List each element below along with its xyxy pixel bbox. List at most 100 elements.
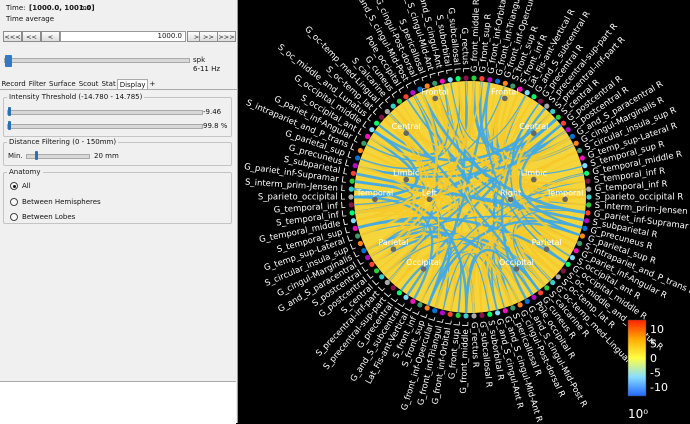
- region-node[interactable]: [579, 155, 585, 161]
- region-node[interactable]: [585, 178, 591, 184]
- lobe-node[interactable]: [531, 130, 537, 136]
- region-node[interactable]: [403, 294, 409, 300]
- frequency-slider-knob[interactable]: [5, 55, 12, 67]
- region-node[interactable]: [432, 308, 438, 314]
- region-node[interactable]: [390, 285, 396, 291]
- region-node[interactable]: [502, 308, 508, 314]
- region-node[interactable]: [348, 202, 354, 208]
- distance-slider[interactable]: [26, 151, 90, 160]
- time-back-button[interactable]: <: [41, 31, 60, 42]
- region-node[interactable]: [555, 114, 561, 120]
- lobe-node[interactable]: [403, 130, 409, 136]
- time-last-button[interactable]: >>>: [217, 31, 236, 42]
- region-node[interactable]: [374, 268, 380, 274]
- region-node[interactable]: [531, 94, 537, 100]
- region-node[interactable]: [586, 194, 592, 200]
- region-node[interactable]: [352, 163, 358, 169]
- region-node[interactable]: [560, 120, 566, 126]
- region-node[interactable]: [349, 210, 355, 216]
- region-node[interactable]: [495, 310, 501, 316]
- region-node[interactable]: [479, 76, 485, 82]
- lobe-node[interactable]: [390, 246, 397, 252]
- region-node[interactable]: [361, 248, 367, 254]
- time-first-button[interactable]: <<<: [3, 31, 22, 42]
- region-node[interactable]: [495, 78, 501, 84]
- region-node[interactable]: [577, 240, 583, 247]
- region-node[interactable]: [348, 194, 354, 200]
- region-node[interactable]: [585, 210, 591, 216]
- region-node[interactable]: [463, 75, 469, 81]
- region-node[interactable]: [586, 186, 592, 192]
- tab-scout[interactable]: Scout: [77, 79, 100, 89]
- lobe-node[interactable]: [562, 196, 568, 203]
- region-node[interactable]: [471, 313, 477, 319]
- region-node[interactable]: [479, 312, 485, 318]
- tab-add[interactable]: +: [148, 79, 157, 89]
- lobe-node[interactable]: [432, 95, 438, 102]
- region-node[interactable]: [417, 302, 423, 308]
- anatomy-between-hemispheres-label[interactable]: Between Hemispheres: [22, 198, 101, 206]
- tab-stat[interactable]: Stat: [100, 79, 117, 89]
- region-node[interactable]: [396, 98, 402, 104]
- region-node[interactable]: [565, 261, 571, 267]
- intensity-percent-slider[interactable]: [7, 121, 203, 130]
- region-node[interactable]: [577, 147, 583, 154]
- region-node[interactable]: [582, 225, 588, 231]
- lobe-node[interactable]: [403, 176, 409, 183]
- region-node[interactable]: [582, 163, 588, 169]
- tab-surface[interactable]: Surface: [48, 79, 78, 89]
- time-back-fast-button[interactable]: <<: [22, 31, 41, 42]
- region-node[interactable]: [357, 147, 363, 154]
- region-node[interactable]: [424, 305, 430, 311]
- time-forward-fast-button[interactable]: >>: [199, 31, 218, 42]
- region-node[interactable]: [487, 311, 493, 317]
- tab-display[interactable]: Display: [117, 79, 149, 89]
- region-node[interactable]: [355, 155, 361, 161]
- time-value-field[interactable]: 1000.0: [60, 31, 186, 42]
- region-node[interactable]: [350, 218, 356, 224]
- region-node[interactable]: [432, 80, 438, 86]
- region-node[interactable]: [350, 170, 356, 176]
- region-node[interactable]: [555, 274, 561, 280]
- region-node[interactable]: [369, 261, 375, 267]
- anatomy-all-radio[interactable]: [10, 182, 18, 190]
- frequency-slider[interactable]: [4, 55, 190, 67]
- region-node[interactable]: [487, 77, 493, 83]
- lobe-node[interactable]: [543, 246, 550, 252]
- region-node[interactable]: [471, 75, 477, 81]
- region-node[interactable]: [352, 225, 358, 231]
- region-node[interactable]: [384, 108, 390, 115]
- region-node[interactable]: [348, 186, 354, 192]
- distance-slider-knob[interactable]: [34, 151, 38, 160]
- region-node[interactable]: [369, 127, 375, 133]
- region-node[interactable]: [510, 305, 516, 311]
- region-node[interactable]: [573, 140, 579, 146]
- region-node[interactable]: [569, 255, 575, 261]
- lobe-node[interactable]: [372, 196, 378, 203]
- region-node[interactable]: [560, 268, 566, 274]
- region-node[interactable]: [374, 120, 380, 126]
- lobe-node[interactable]: [426, 196, 433, 203]
- lobe-node[interactable]: [502, 95, 508, 102]
- region-node[interactable]: [538, 290, 544, 296]
- region-node[interactable]: [584, 218, 590, 224]
- region-node[interactable]: [524, 298, 530, 304]
- region-node[interactable]: [569, 133, 575, 139]
- anatomy-between-lobes-radio[interactable]: [10, 213, 18, 221]
- lobe-node[interactable]: [420, 266, 427, 272]
- region-node[interactable]: [410, 90, 416, 96]
- region-node[interactable]: [538, 98, 544, 104]
- tab-record[interactable]: Record: [0, 79, 27, 89]
- anatomy-between-hemispheres-radio[interactable]: [10, 198, 18, 206]
- region-node[interactable]: [524, 90, 530, 96]
- region-node[interactable]: [439, 310, 445, 316]
- region-node[interactable]: [579, 233, 585, 239]
- region-node[interactable]: [379, 274, 385, 280]
- lobe-node[interactable]: [507, 196, 514, 203]
- region-node[interactable]: [384, 279, 390, 286]
- region-node[interactable]: [365, 255, 371, 261]
- region-node[interactable]: [355, 233, 361, 239]
- region-node[interactable]: [357, 240, 363, 247]
- region-node[interactable]: [410, 298, 416, 304]
- region-node[interactable]: [544, 285, 550, 291]
